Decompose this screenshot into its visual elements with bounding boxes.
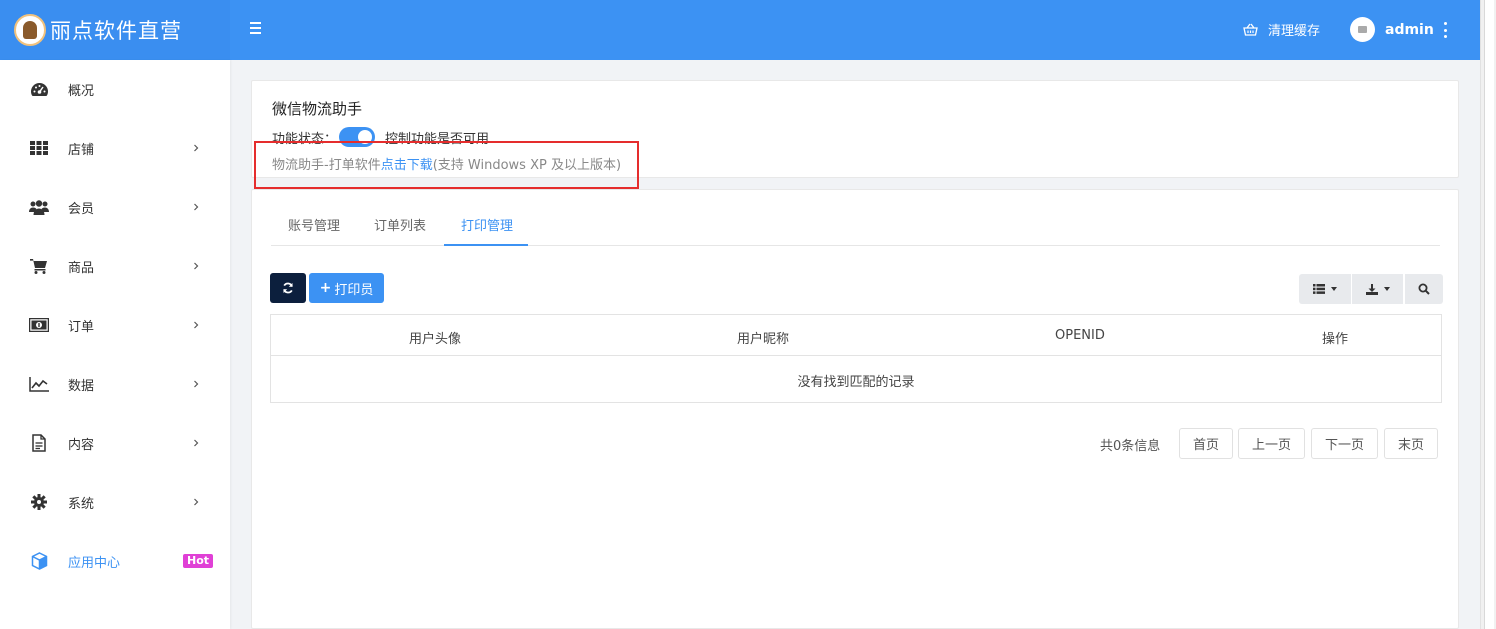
sidebar-item-orders[interactable]: 订单 xyxy=(0,305,230,345)
refresh-icon xyxy=(283,282,293,294)
prev-page-button[interactable]: 上一页 xyxy=(1238,428,1305,459)
gear-icon xyxy=(29,492,49,512)
plus-icon: + xyxy=(319,280,332,296)
list-icon xyxy=(1313,284,1325,294)
column-header-nickname[interactable]: 用户昵称 xyxy=(737,328,789,347)
column-header-openid[interactable]: OPENID xyxy=(1055,328,1105,343)
next-page-button[interactable]: 下一页 xyxy=(1311,428,1378,459)
basket-icon xyxy=(1243,23,1258,36)
grid-icon xyxy=(29,138,49,158)
sidebar-item-products[interactable]: 商品 xyxy=(0,246,230,286)
caret-down-icon xyxy=(1331,287,1337,291)
column-header-avatar[interactable]: 用户头像 xyxy=(409,328,461,347)
columns-toggle-button[interactable] xyxy=(1299,274,1351,304)
chevron-right-icon xyxy=(194,203,199,211)
column-header-actions[interactable]: 操作 xyxy=(1322,328,1348,347)
last-page-button[interactable]: 末页 xyxy=(1384,428,1438,459)
printers-table: 用户头像 用户昵称 OPENID 操作 没有找到匹配的记录 xyxy=(270,314,1442,403)
search-button[interactable] xyxy=(1405,274,1443,304)
sidebar-item-content[interactable]: 内容 xyxy=(0,423,230,463)
add-printer-label: 打印员 xyxy=(334,282,374,298)
table-header: 用户头像 用户昵称 OPENID 操作 xyxy=(271,315,1441,356)
dashboard-icon xyxy=(29,79,49,99)
chevron-right-icon xyxy=(194,144,199,152)
users-icon xyxy=(29,197,49,217)
sidebar-item-label: 概况 xyxy=(68,83,95,99)
sidebar-item-label: 应用中心 xyxy=(68,555,121,571)
sidebar-item-label: 会员 xyxy=(68,201,95,217)
scrollbar[interactable] xyxy=(1480,0,1496,629)
logo-icon xyxy=(14,14,46,46)
avatar xyxy=(1350,17,1375,42)
chart-icon xyxy=(29,374,49,394)
total-count: 共0条信息 xyxy=(1100,439,1161,454)
sidebar-item-label: 店铺 xyxy=(68,142,95,158)
chevron-right-icon xyxy=(194,439,199,447)
chevron-right-icon xyxy=(194,321,199,329)
sidebar-item-label: 系统 xyxy=(68,496,95,512)
sidebar-item-store[interactable]: 店铺 xyxy=(0,128,230,168)
tab-bar: 账号管理 订单列表 打印管理 xyxy=(271,204,1440,246)
sidebar-item-label: 商品 xyxy=(68,260,95,276)
search-icon xyxy=(1418,283,1430,295)
scrollbar-thumb[interactable] xyxy=(1484,0,1494,629)
tab-account-management[interactable]: 账号管理 xyxy=(288,215,340,234)
tab-order-list[interactable]: 订单列表 xyxy=(374,215,426,234)
user-menu[interactable]: admin xyxy=(1350,17,1434,42)
sidebar-item-label: 订单 xyxy=(68,319,95,335)
username: admin xyxy=(1385,21,1434,38)
chevron-right-icon xyxy=(194,498,199,506)
add-printer-button[interactable]: + 打印员 xyxy=(309,273,384,303)
download-icon xyxy=(1365,283,1378,295)
active-tab-indicator xyxy=(444,244,528,246)
highlight-box xyxy=(254,141,639,189)
sidebar-item-label: 数据 xyxy=(68,378,95,394)
refresh-button[interactable] xyxy=(270,273,306,303)
clear-cache-label: 清理缓存 xyxy=(1268,24,1321,39)
brand[interactable]: 丽点软件直营 xyxy=(0,0,230,60)
hamburger-menu-icon[interactable] xyxy=(250,21,262,37)
sidebar-item-system[interactable]: 系统 xyxy=(0,482,230,522)
clear-cache-button[interactable]: 清理缓存 xyxy=(1243,20,1320,39)
sidebar-item-label: 内容 xyxy=(68,437,95,453)
sidebar-item-overview[interactable]: 概况 xyxy=(0,69,230,109)
sidebar: 概况 店铺 会员 商品 订单 数据 内容 系统 应用中心 Hot xyxy=(0,60,230,629)
brand-title: 丽点软件直营 xyxy=(50,19,182,43)
sidebar-item-data[interactable]: 数据 xyxy=(0,364,230,404)
main-card: 账号管理 订单列表 打印管理 + 打印员 用户头像 用户昵称 OPENID 操作… xyxy=(251,189,1459,629)
empty-state-text: 没有找到匹配的记录 xyxy=(797,375,915,390)
cube-icon xyxy=(29,551,49,571)
first-page-button[interactable]: 首页 xyxy=(1179,428,1233,459)
document-icon xyxy=(29,433,49,453)
sidebar-item-app-center[interactable]: 应用中心 Hot xyxy=(0,541,230,581)
more-vertical-icon[interactable] xyxy=(1444,22,1448,38)
tab-print-management[interactable]: 打印管理 xyxy=(461,215,513,234)
sidebar-item-members[interactable]: 会员 xyxy=(0,187,230,227)
hot-badge: Hot xyxy=(183,554,214,568)
cart-icon xyxy=(29,256,49,276)
top-bar: 丽点软件直营 清理缓存 admin xyxy=(0,0,1480,60)
caret-down-icon xyxy=(1383,287,1390,291)
chevron-right-icon xyxy=(194,262,199,270)
chevron-right-icon xyxy=(194,380,199,388)
export-button[interactable] xyxy=(1352,274,1403,304)
page-title: 微信物流助手 xyxy=(272,100,363,118)
money-icon xyxy=(29,315,49,335)
